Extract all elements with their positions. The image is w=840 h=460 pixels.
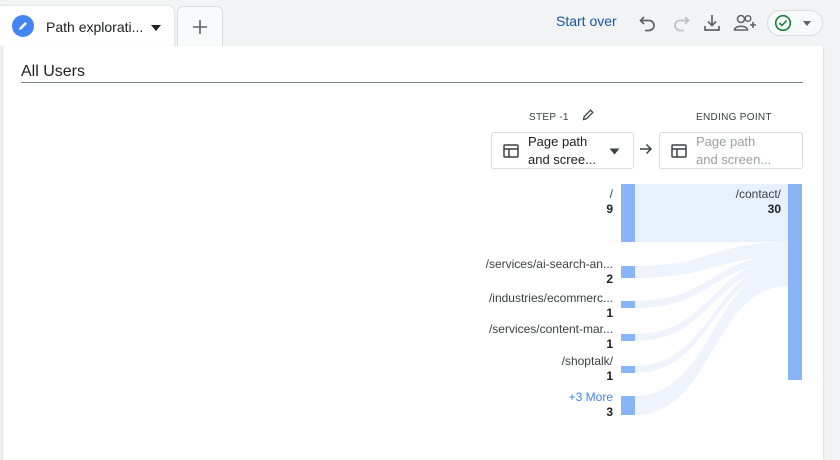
flows [635,184,788,415]
top-bar: Path explorati... Start over [0,0,840,47]
more-nodes-link[interactable]: +3 More [569,390,613,404]
node-label-ai-search[interactable]: /services/ai-search-an... [486,257,613,271]
node-count-more: 3 [606,405,613,419]
path-flow-diagram [621,184,802,415]
node-bar-root[interactable] [621,184,635,242]
start-over-button[interactable]: Start over [556,13,617,29]
node-count-root: 9 [606,202,613,216]
node-bar-more[interactable] [621,396,635,415]
plus-icon [193,20,207,34]
ending-node-bar[interactable] [788,184,802,380]
ending-node-label[interactable]: /contact/ [736,187,781,201]
pencil-icon[interactable] [12,15,34,37]
node-count-content-marketing: 1 [606,337,613,351]
chevron-down-icon [803,21,811,26]
ending-node-count: 30 [767,202,781,216]
flow-more[interactable] [635,267,788,415]
node-bar-industries[interactable] [621,301,635,308]
node-label-shoptalk[interactable]: /shoptalk/ [562,354,613,368]
exploration-canvas: All Users STEP -1 ENDING POINT Page path… [3,46,823,460]
tab-label: Path explorati... [46,19,144,35]
download-icon[interactable] [700,11,724,35]
node-label-industries[interactable]: /industries/ecommerc... [489,291,613,305]
node-count-industries: 1 [606,306,613,320]
node-bar-shoptalk[interactable] [621,366,635,373]
node-label-content-marketing[interactable]: /services/content-mar... [489,322,613,336]
share-user-icon[interactable] [732,11,758,35]
tab-path-exploration[interactable]: Path explorati... [0,6,174,46]
status-menu-button[interactable] [767,10,823,36]
node-bar-ai-search[interactable] [621,266,635,278]
node-count-ai-search: 2 [606,272,613,286]
chevron-down-icon[interactable] [150,20,162,38]
node-bar-content-marketing[interactable] [621,334,635,341]
add-tab-button[interactable] [177,6,223,47]
redo-icon[interactable] [669,11,693,35]
node-label-root[interactable]: / [610,187,613,201]
node-count-shoptalk: 1 [606,369,613,383]
undo-icon[interactable] [636,11,660,35]
check-circle-icon [774,14,792,32]
